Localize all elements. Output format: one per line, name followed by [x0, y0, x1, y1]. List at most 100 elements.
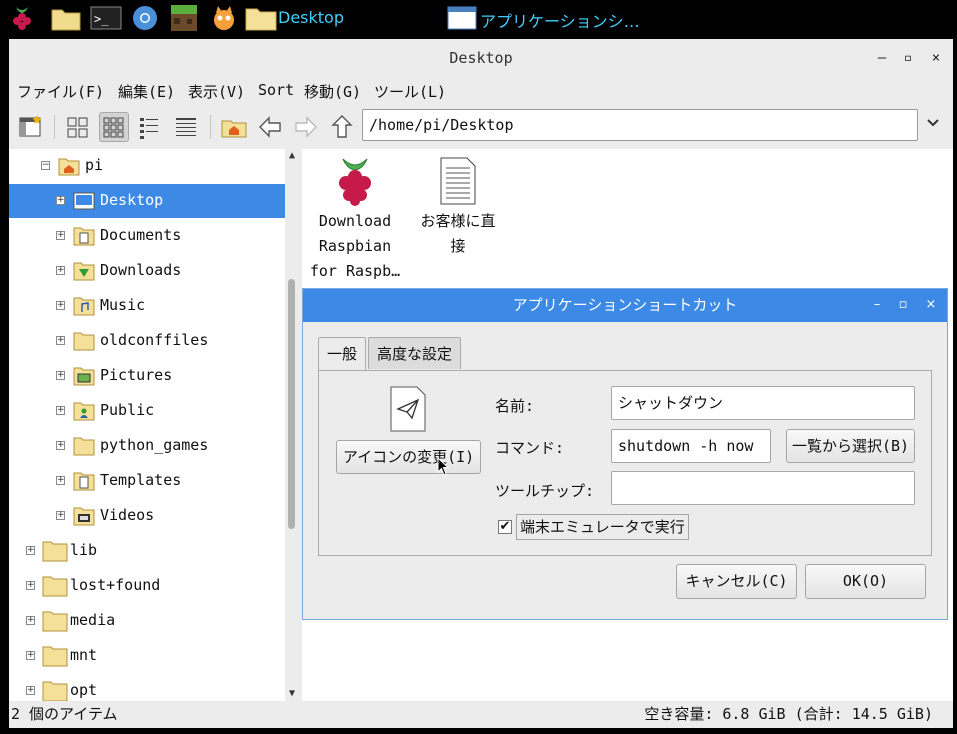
expand-icon[interactable]: +: [56, 441, 65, 450]
minimize-icon[interactable]: –: [873, 49, 891, 67]
tooltip-field[interactable]: [611, 471, 915, 505]
menu-file[interactable]: ファイル(F): [17, 81, 104, 102]
expand-icon[interactable]: +: [56, 406, 65, 415]
close-icon[interactable]: ×: [923, 297, 939, 313]
expand-icon[interactable]: +: [56, 266, 65, 275]
tab-advanced[interactable]: 高度な設定: [368, 337, 462, 369]
tree-scrollbar[interactable]: ▲ ▼: [285, 149, 299, 701]
path-input[interactable]: /home/pi/Desktop: [362, 109, 918, 141]
expand-icon[interactable]: +: [56, 336, 65, 345]
taskbar-folder-label[interactable]: Desktop: [278, 8, 344, 27]
minimize-icon[interactable]: –: [869, 297, 885, 313]
tree-item-public[interactable]: + Public: [9, 394, 285, 428]
tree-item-mnt[interactable]: + mnt: [9, 639, 285, 673]
file-label-line: お客様に直: [420, 212, 496, 230]
collapse-icon[interactable]: −: [41, 161, 50, 170]
mouse-cursor-icon: [437, 456, 451, 477]
cancel-button[interactable]: キャンセル(C): [676, 564, 797, 599]
name-label: 名前:: [495, 397, 535, 415]
menu-edit[interactable]: 編集(E): [118, 81, 175, 102]
menu-sort[interactable]: Sort: [258, 81, 294, 99]
expand-icon[interactable]: +: [26, 546, 35, 555]
videos-folder-icon: [73, 505, 95, 527]
tree-item-lib[interactable]: + lib: [9, 534, 285, 568]
expand-icon[interactable]: +: [26, 651, 35, 660]
back-arrow-icon[interactable]: [255, 112, 285, 142]
new-window-icon[interactable]: [16, 112, 46, 142]
folder-icon: [42, 610, 68, 632]
scroll-up-icon[interactable]: ▲: [285, 149, 299, 163]
expand-icon[interactable]: +: [56, 231, 65, 240]
folder-icon: [42, 540, 68, 562]
dialog-title-bar[interactable]: アプリケーションショートカット: [303, 289, 947, 322]
tree-item-downloads[interactable]: + Downloads: [9, 254, 285, 288]
tree-item-pi[interactable]: − pi: [9, 149, 285, 183]
menu-tools[interactable]: ツール(L): [374, 81, 446, 102]
maximize-icon[interactable]: ▫: [895, 297, 911, 313]
scroll-down-icon[interactable]: ▼: [285, 687, 299, 701]
terminal-checkbox[interactable]: ✔: [498, 520, 512, 534]
forward-arrow-icon[interactable]: [291, 112, 321, 142]
tree-item-lost-found[interactable]: + lost+found: [9, 569, 285, 603]
tab-general[interactable]: 一般: [318, 337, 367, 371]
scratch-icon[interactable]: [210, 4, 238, 32]
chromium-icon[interactable]: [131, 4, 159, 32]
text-file-icon: [410, 153, 506, 209]
name-field[interactable]: シャットダウン: [611, 386, 915, 420]
tree-item-media[interactable]: + media: [9, 604, 285, 638]
tree-item-oldconffiles[interactable]: + oldconffiles: [9, 324, 285, 358]
tree-item-label: pi: [85, 156, 104, 174]
close-icon[interactable]: ×: [927, 49, 945, 67]
home-icon[interactable]: [219, 112, 249, 142]
folder-icon[interactable]: [245, 4, 277, 32]
expand-icon[interactable]: +: [26, 616, 35, 625]
raspberry-menu-icon[interactable]: [8, 4, 36, 32]
expand-icon[interactable]: +: [26, 686, 35, 695]
minecraft-icon[interactable]: [170, 4, 198, 32]
select-from-list-button[interactable]: 一覧から選択(B): [786, 429, 915, 463]
file-manager-icon[interactable]: [50, 4, 81, 32]
compact-view-icon[interactable]: [135, 112, 165, 142]
terminal-checkbox-label[interactable]: 端末エミュレータで実行: [516, 514, 689, 540]
thumbnail-view-icon[interactable]: [99, 112, 129, 142]
detailed-list-icon[interactable]: [171, 112, 201, 142]
file-item[interactable]: Download Raspbian for Raspb…: [307, 153, 403, 284]
taskbar-window-label[interactable]: アプリケーションシ…: [480, 8, 640, 32]
tree-item-music[interactable]: + Music: [9, 289, 285, 323]
tree-item-label: lost+found: [70, 576, 161, 594]
expand-icon[interactable]: +: [56, 301, 65, 310]
tree-item-label: mnt: [70, 646, 98, 664]
tree-item-pictures[interactable]: + Pictures: [9, 359, 285, 393]
menu-go[interactable]: 移動(G): [304, 81, 361, 102]
menu-view[interactable]: 表示(V): [188, 81, 245, 102]
terminal-icon[interactable]: >_: [90, 4, 122, 32]
tree-item-desktop[interactable]: + Desktop: [9, 184, 285, 218]
tree-item-opt[interactable]: + opt: [9, 674, 285, 701]
icon-view-icon[interactable]: [63, 112, 93, 142]
ok-button[interactable]: OK(O): [805, 564, 926, 599]
up-arrow-icon[interactable]: [327, 112, 357, 142]
folder-icon: [42, 645, 68, 667]
taskbar: >_ Desktop アプリケーションシ…: [0, 0, 957, 36]
maximize-icon[interactable]: ▫: [899, 49, 917, 67]
menubar: ファイル(F) 編集(E) 表示(V) Sort 移動(G) ツール(L): [9, 77, 953, 105]
command-field[interactable]: shutdown -h now: [611, 429, 771, 463]
expand-icon[interactable]: +: [56, 371, 65, 380]
chevron-down-icon[interactable]: [923, 115, 943, 135]
file-item[interactable]: お客様に直 接: [410, 153, 506, 259]
change-icon-button[interactable]: アイコンの変更(I): [336, 440, 481, 474]
item-count: 2 個のアイテム: [11, 705, 118, 723]
tree-item-python-games[interactable]: + python_games: [9, 429, 285, 463]
pictures-folder-icon: [73, 365, 95, 387]
tree-item-documents[interactable]: + Documents: [9, 219, 285, 253]
window-title-bar[interactable]: Desktop: [9, 39, 953, 77]
tree-item-templates[interactable]: + Templates: [9, 464, 285, 498]
scrollbar-thumb[interactable]: [288, 279, 295, 529]
expand-icon[interactable]: +: [26, 581, 35, 590]
tree-item-videos[interactable]: + Videos: [9, 499, 285, 533]
tree-item-label: oldconffiles: [100, 331, 209, 349]
music-folder-icon: [73, 295, 95, 317]
expand-icon[interactable]: +: [56, 511, 65, 520]
expand-icon[interactable]: +: [56, 476, 65, 485]
expand-icon[interactable]: +: [56, 196, 65, 205]
